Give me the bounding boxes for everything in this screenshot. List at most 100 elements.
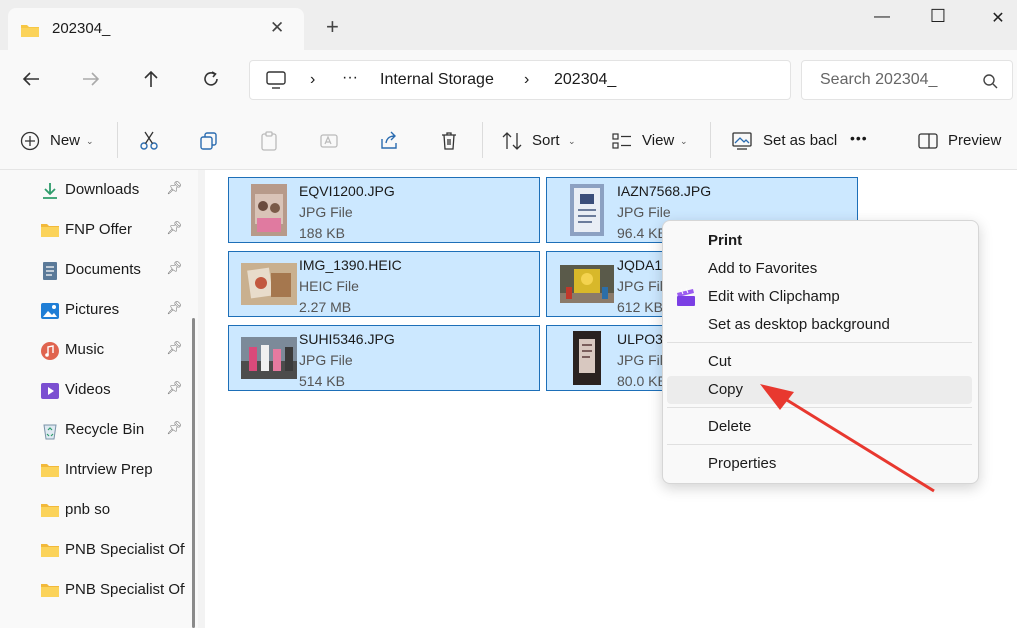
menu-divider: [667, 342, 972, 343]
paste-icon: [257, 130, 281, 152]
computer-icon: [266, 71, 286, 94]
menu-item-add-to-favorites[interactable]: Add to Favorites: [667, 255, 972, 283]
share-icon[interactable]: [377, 130, 401, 152]
sidebar-item-label: Intrview Prep: [65, 461, 153, 478]
search-placeholder: Search 202304_: [820, 71, 938, 88]
search-icon: [982, 73, 998, 94]
pin-icon: 📌︎: [166, 340, 183, 355]
close-tab-icon[interactable]: ✕: [270, 18, 284, 38]
sidebar-item-pnb-so[interactable]: pnb so: [0, 490, 190, 530]
breadcrumb-more-button[interactable]: ···: [342, 69, 358, 87]
breadcrumb-separator: ›: [524, 71, 530, 88]
chevron-down-icon: ⌄: [680, 136, 688, 146]
breadcrumb-internal-storage[interactable]: Internal Storage: [380, 71, 494, 89]
folder-icon: [40, 462, 60, 478]
chevron-down-icon: ⌄: [568, 136, 576, 146]
arrow-up-icon: [143, 70, 159, 93]
delete-icon[interactable]: [437, 130, 461, 152]
menu-item-label: Edit with Clipchamp: [708, 288, 840, 305]
clipchamp-icon: [675, 287, 697, 312]
set-as-background-button[interactable]: Set as bacl: [730, 112, 838, 170]
folder-icon: [40, 582, 60, 598]
menu-item-label: Copy: [708, 381, 744, 398]
more-options-button[interactable]: •••: [850, 130, 868, 146]
image-thumbnail: [237, 184, 301, 236]
view-icon: [610, 130, 634, 152]
preview-button[interactable]: Preview: [916, 112, 1010, 170]
pin-icon: 📌︎: [166, 420, 183, 435]
file-name: IAZN7568.JPG: [617, 183, 712, 199]
toolbar-divider: [482, 122, 483, 158]
sidebar-item-documents[interactable]: Documents 📌︎: [0, 250, 190, 290]
file-type: HEIC File: [299, 278, 359, 294]
view-label: View: [642, 132, 675, 149]
folder-icon: [20, 22, 40, 43]
file-name: ULPO3: [617, 331, 663, 347]
sidebar-item-downloads[interactable]: Downloads 📌︎: [0, 170, 190, 210]
file-name: IMG_1390.HEIC: [299, 257, 402, 273]
file-type: JPG File: [299, 204, 353, 220]
tab-202304[interactable]: 202304_ ✕: [8, 8, 304, 50]
chevron-down-icon: ⌄: [86, 136, 94, 146]
documents-icon: [40, 262, 60, 280]
copy-icon[interactable]: [197, 130, 221, 152]
pin-icon: 📌︎: [166, 380, 183, 395]
new-button[interactable]: New ⌄: [16, 112, 102, 170]
sidebar-scrollbar[interactable]: [192, 318, 195, 628]
address-bar[interactable]: › ··· Internal Storage › 202304_: [249, 60, 791, 100]
image-thumbnail: [237, 332, 301, 384]
sidebar-item-recycle-bin[interactable]: Recycle Bin 📌︎: [0, 410, 190, 450]
plus-circle-icon: [18, 130, 42, 152]
minimize-button[interactable]: —: [862, 8, 902, 26]
sidebar-item-label: pnb so: [65, 501, 111, 518]
up-button[interactable]: [138, 68, 164, 94]
file-item[interactable]: SUHI5346.JPG JPG File 514 KB: [228, 325, 540, 391]
pin-icon: 📌︎: [166, 180, 183, 195]
menu-item-print[interactable]: Print: [667, 227, 972, 255]
recycle-bin-icon: [40, 422, 60, 440]
toolbar-divider: [710, 122, 711, 158]
menu-item-label: Set as desktop background: [708, 316, 890, 333]
sidebar-item-label: PNB Specialist Off: [65, 581, 185, 598]
wallpaper-icon: [730, 130, 754, 152]
folder-icon: [40, 222, 60, 238]
sidebar-item-pictures[interactable]: Pictures 📌︎: [0, 290, 190, 330]
menu-item-edit-with-clipchamp[interactable]: Edit with Clipchamp: [667, 283, 972, 311]
sidebar-item-fnp-offer[interactable]: FNP Offer 📌︎: [0, 210, 190, 250]
sidebar-item-pnb-specialist-2[interactable]: PNB Specialist Off: [0, 570, 190, 610]
arrow-right-icon: [82, 71, 100, 92]
menu-item-set-as-desktop-background[interactable]: Set as desktop background: [667, 311, 972, 339]
cut-icon[interactable]: [137, 130, 161, 152]
sidebar-item-videos[interactable]: Videos 📌︎: [0, 370, 190, 410]
file-item[interactable]: EQVI1200.JPG JPG File 188 KB: [228, 177, 540, 243]
music-icon: [40, 342, 60, 360]
download-icon: [40, 182, 60, 199]
maximize-button[interactable]: ☐: [918, 6, 958, 27]
file-size: 188 KB: [299, 225, 345, 241]
back-button[interactable]: [18, 68, 44, 94]
refresh-button[interactable]: [198, 68, 224, 94]
file-type: JPG File: [617, 204, 671, 220]
file-size: 96.4 KB: [617, 225, 667, 241]
image-thumbnail: [555, 258, 619, 310]
file-size: 2.27 MB: [299, 299, 352, 315]
sort-button[interactable]: Sort ⌄: [498, 112, 582, 170]
set-as-background-label: Set as bacl: [763, 132, 838, 149]
view-button[interactable]: View ⌄: [608, 112, 694, 170]
search-input[interactable]: Search 202304_: [801, 60, 1013, 100]
forward-button[interactable]: [78, 68, 104, 94]
file-item[interactable]: IMG_1390.HEIC HEIC File 2.27 MB: [228, 251, 540, 317]
breadcrumb-202304[interactable]: 202304_: [554, 71, 616, 89]
sidebar-item-pnb-specialist[interactable]: PNB Specialist Off: [0, 530, 190, 570]
sidebar-item-music[interactable]: Music 📌︎: [0, 330, 190, 370]
close-window-button[interactable]: ✕: [978, 8, 1017, 28]
folder-icon: [40, 502, 60, 518]
folder-icon: [40, 542, 60, 558]
new-tab-button[interactable]: +: [326, 16, 339, 38]
annotation-arrow-icon: [760, 384, 935, 493]
file-name: EQVI1200.JPG: [299, 183, 395, 199]
sidebar-item-intrview-prep[interactable]: Intrview Prep: [0, 450, 190, 490]
image-thumbnail: [555, 331, 619, 385]
pin-icon: 📌︎: [166, 300, 183, 315]
rename-icon: [317, 130, 341, 152]
